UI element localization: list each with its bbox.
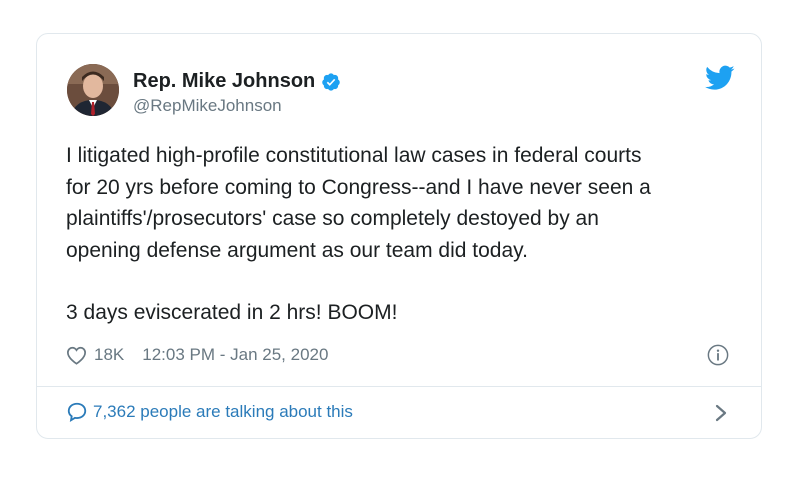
tweet-text-line: I litigated high-profile constitutional … bbox=[66, 144, 642, 167]
divider bbox=[37, 386, 761, 387]
author-row: Rep. Mike Johnson bbox=[133, 70, 341, 93]
chevron-right-icon[interactable] bbox=[714, 403, 728, 423]
author-handle[interactable]: @RepMikeJohnson bbox=[133, 96, 282, 116]
like-count[interactable]: 18K bbox=[94, 345, 124, 365]
tweet-card: Rep. Mike Johnson @RepMikeJohnson I liti… bbox=[36, 33, 762, 439]
author-name[interactable]: Rep. Mike Johnson bbox=[133, 70, 315, 93]
tweet-text: I litigated high-profile constitutional … bbox=[66, 140, 736, 329]
twitter-bird-icon[interactable] bbox=[705, 65, 735, 91]
info-icon[interactable] bbox=[707, 344, 729, 366]
timestamp[interactable]: 12:03 PM - Jan 25, 2020 bbox=[142, 345, 328, 365]
heart-icon[interactable] bbox=[66, 346, 87, 365]
tweet-meta: 18K 12:03 PM - Jan 25, 2020 bbox=[66, 345, 328, 365]
avatar-image bbox=[67, 64, 119, 116]
conversation-text: 7,362 people are talking about this bbox=[93, 402, 353, 421]
tweet-text-line: for 20 yrs before coming to Congress--an… bbox=[66, 175, 651, 199]
speech-bubble-icon bbox=[67, 402, 87, 423]
tweet-text-line: 3 days eviscerated in 2 hrs! BOOM! bbox=[66, 301, 398, 324]
tweet-text-line: plaintiffs'/prosecutors' case so complet… bbox=[66, 207, 599, 230]
verified-badge-icon bbox=[322, 72, 340, 91]
avatar[interactable] bbox=[67, 64, 119, 116]
conversation-link[interactable]: 7,362 people are talking about this bbox=[66, 401, 353, 423]
tweet-text-line: opening defense argument as our team did… bbox=[66, 238, 528, 262]
